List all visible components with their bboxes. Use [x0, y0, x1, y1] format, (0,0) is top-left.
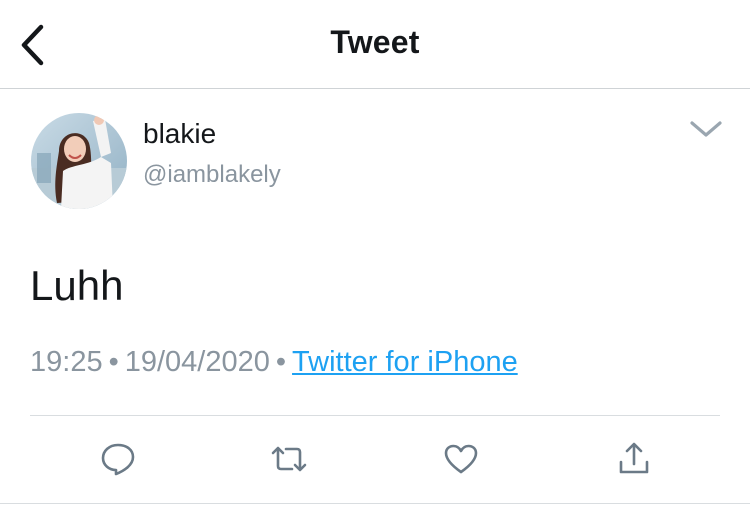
- tweet-text: Luhh: [30, 262, 124, 309]
- chevron-down-icon: [690, 121, 722, 137]
- tweet-source-link[interactable]: Twitter for iPhone: [292, 346, 518, 378]
- navigation-header: Tweet: [0, 0, 750, 89]
- tweet-time: 19:25: [30, 346, 103, 378]
- like-button[interactable]: [441, 441, 481, 477]
- page-title: Tweet: [330, 24, 420, 60]
- reply-button[interactable]: [98, 441, 138, 477]
- author-display-name[interactable]: blakie: [143, 118, 216, 150]
- retweet-button[interactable]: [269, 441, 309, 477]
- share-icon: [619, 442, 649, 474]
- divider: [0, 503, 750, 504]
- tweet-date: 19/04/2020: [124, 346, 270, 378]
- avatar[interactable]: [31, 113, 127, 209]
- share-button[interactable]: [614, 441, 654, 477]
- tweet-detail-screen: Tweet blakie @iamblakely Luhh 19:25 • 19…: [0, 0, 750, 506]
- retweet-icon: [271, 446, 307, 472]
- reply-icon: [101, 443, 135, 476]
- separator-dot: •: [108, 346, 119, 378]
- divider: [30, 415, 720, 416]
- tweet-options-button[interactable]: [686, 116, 726, 142]
- avatar-image: [31, 113, 127, 209]
- heart-icon: [444, 444, 478, 474]
- tweet-metadata: 19:25 • 19/04/2020 • Twitter for iPhone: [30, 346, 518, 379]
- author-handle[interactable]: @iamblakely: [143, 161, 281, 189]
- separator-dot: •: [275, 346, 287, 378]
